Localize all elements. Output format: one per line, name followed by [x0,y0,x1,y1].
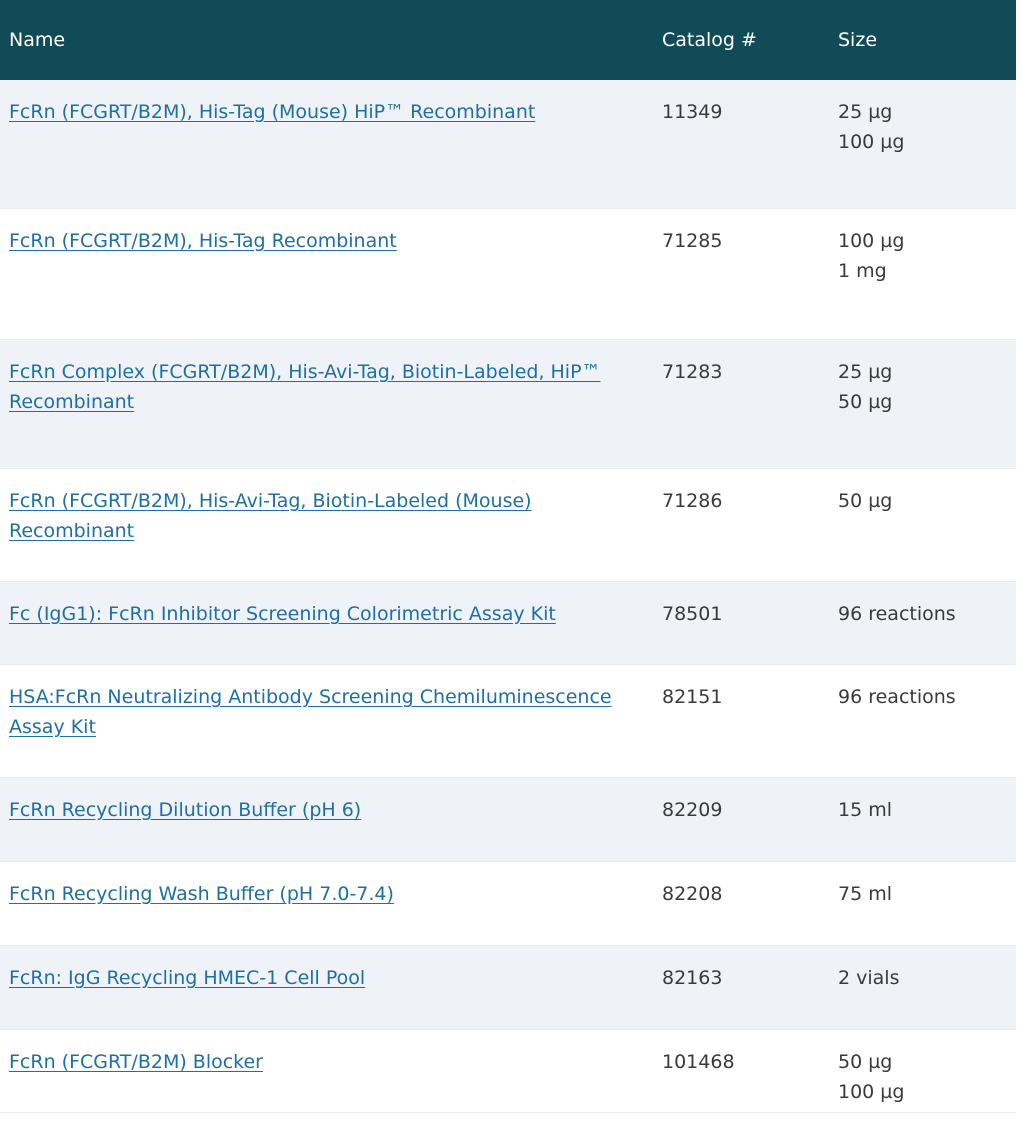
table-row: FcRn (FCGRT/B2M) Blocker 101468 50 µg 10… [0,1030,1016,1113]
product-link[interactable]: FcRn Complex (FCGRT/B2M), His-Avi-Tag, B… [9,361,601,413]
product-link[interactable]: FcRn (FCGRT/B2M), His-Tag Recombinant [9,230,397,252]
header-name: Name [9,29,66,51]
catalog-number: 82163 [662,967,723,989]
size-list: 50 µg 100 µg [838,1047,904,1107]
table-row: FcRn Recycling Wash Buffer (pH 7.0-7.4) … [0,862,1016,946]
catalog-number: 78501 [662,603,723,625]
table-row: FcRn (FCGRT/B2M), His-Avi-Tag, Biotin-La… [0,469,1016,582]
size-list: 2 vials [838,963,899,993]
size-value: 100 µg [838,131,905,153]
size-value: 100 µg [838,1081,905,1103]
catalog-number: 71286 [662,490,723,512]
size-value: 96 reactions [838,686,956,708]
size-value: 100 µg [838,230,905,252]
table-row: FcRn Complex (FCGRT/B2M), His-Avi-Tag, B… [0,340,1016,469]
catalog-number: 11349 [662,101,723,123]
size-value: 1 mg [838,260,887,282]
header-size: Size [838,29,878,51]
catalog-number: 101468 [662,1051,735,1073]
size-list: 75 ml [838,879,892,909]
catalog-number: 71285 [662,230,723,252]
size-value: 96 reactions [838,603,956,625]
catalog-number: 82151 [662,686,723,708]
product-link[interactable]: FcRn Recycling Wash Buffer (pH 7.0-7.4) [9,883,394,905]
size-list: 25 µg 100 µg [838,97,904,157]
catalog-number: 71283 [662,361,723,383]
header-catalog: Catalog # [662,29,757,51]
size-value: 2 vials [838,967,900,989]
table-row: FcRn (FCGRT/B2M), His-Tag Recombinant 71… [0,209,1016,340]
product-link[interactable]: FcRn (FCGRT/B2M) Blocker [9,1051,263,1073]
size-value: 25 µg [838,101,893,123]
catalog-number: 82208 [662,883,723,905]
product-link[interactable]: FcRn: IgG Recycling HMEC-1 Cell Pool [9,967,365,989]
product-link[interactable]: FcRn (FCGRT/B2M), His-Avi-Tag, Biotin-La… [9,490,532,542]
table-row: FcRn (FCGRT/B2M), His-Tag (Mouse) HiP™ R… [0,80,1016,209]
table-row: HSA:FcRn Neutralizing Antibody Screening… [0,665,1016,778]
size-value: 15 ml [838,799,893,821]
product-link[interactable]: HSA:FcRn Neutralizing Antibody Screening… [9,686,612,738]
table-header: Name Catalog # Size [0,0,1016,80]
size-value: 50 µg [838,490,893,512]
size-list: 96 reactions [838,599,956,629]
size-value: 50 µg [838,391,893,413]
size-value: 50 µg [838,1051,893,1073]
product-link[interactable]: FcRn (FCGRT/B2M), His-Tag (Mouse) HiP™ R… [9,101,535,123]
size-list: 50 µg [838,486,892,516]
size-value: 25 µg [838,361,893,383]
table-row: Fc (IgG1): FcRn Inhibitor Screening Colo… [0,582,1016,665]
size-list: 96 reactions [838,682,956,712]
size-list: 15 ml [838,795,892,825]
table-row: FcRn: IgG Recycling HMEC-1 Cell Pool 821… [0,946,1016,1030]
size-value: 75 ml [838,883,893,905]
product-link[interactable]: FcRn Recycling Dilution Buffer (pH 6) [9,799,361,821]
table-row: FcRn Recycling Dilution Buffer (pH 6) 82… [0,778,1016,862]
size-list: 25 µg 50 µg [838,357,892,417]
product-link[interactable]: Fc (IgG1): FcRn Inhibitor Screening Colo… [9,603,556,625]
size-list: 100 µg 1 mg [838,226,904,286]
product-table: Name Catalog # Size FcRn (FCGRT/B2M), Hi… [0,0,1016,1113]
catalog-number: 82209 [662,799,723,821]
